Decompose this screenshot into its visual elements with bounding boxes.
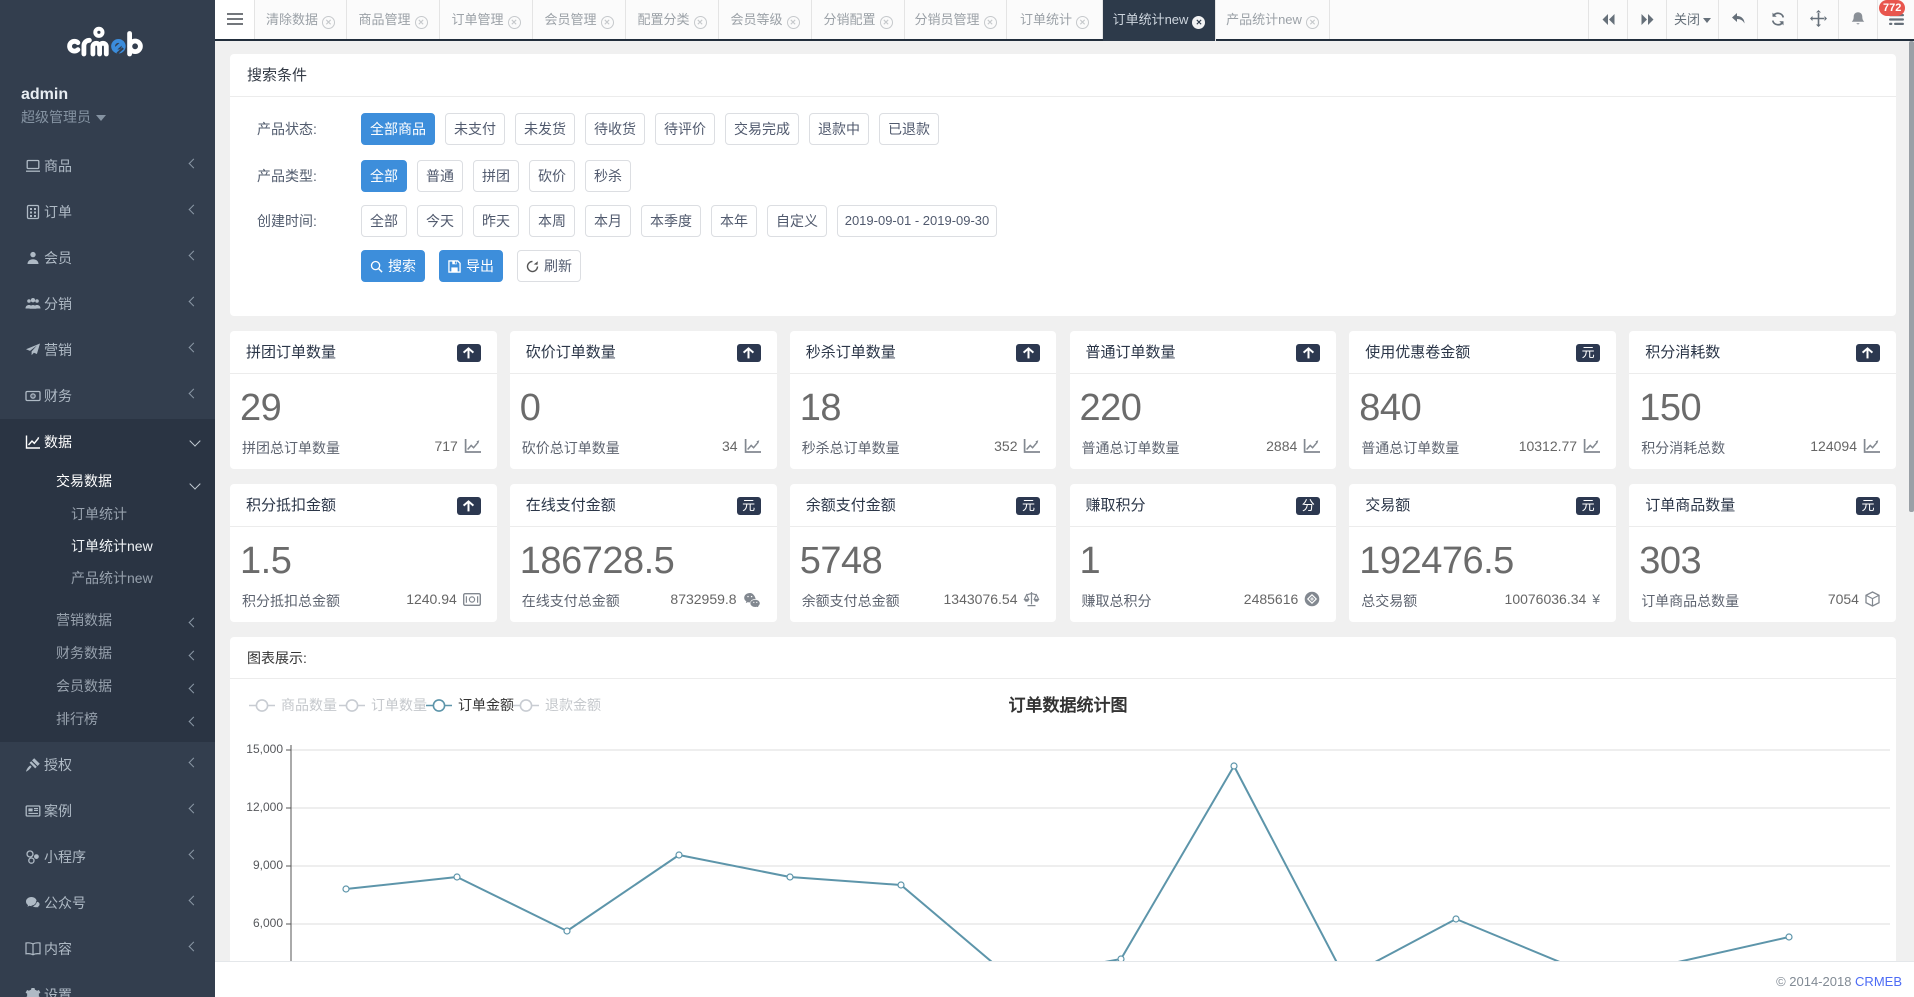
svg-text:0: 0 bbox=[32, 394, 35, 400]
